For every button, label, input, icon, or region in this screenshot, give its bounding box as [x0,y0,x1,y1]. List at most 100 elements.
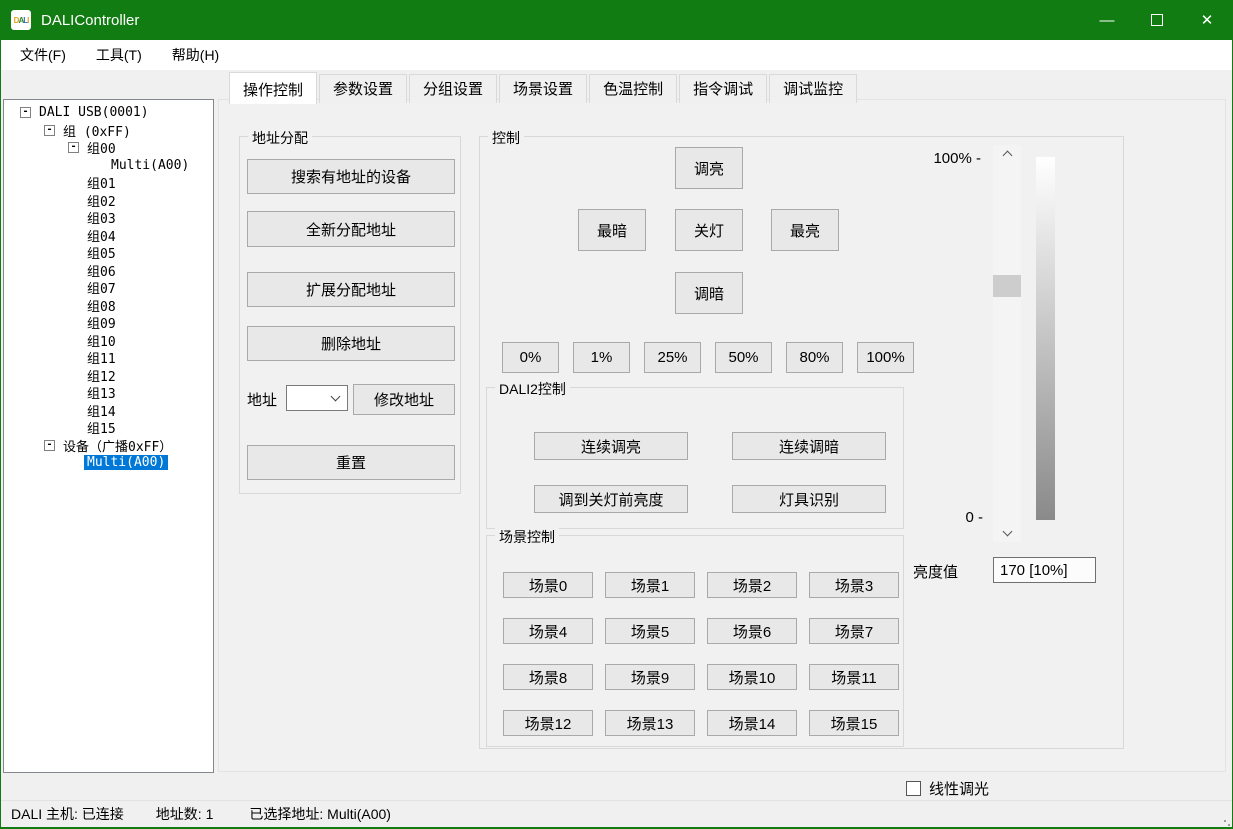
group-title: 地址分配 [248,128,312,148]
minimize-icon[interactable]: — [1082,0,1132,40]
scroll-up-icon[interactable] [993,145,1021,162]
chevron-up-glyph [1002,151,1012,161]
tree-node[interactable]: 组07 [4,279,213,297]
menu-item[interactable]: 文件(F) [5,41,81,69]
tab[interactable]: 场景设置 [499,74,587,103]
scrollbar-thumb[interactable] [993,275,1021,297]
lamp-off-button[interactable]: 关灯 [675,209,743,251]
scene-button[interactable]: 场景0 [503,572,593,598]
percent-button[interactable]: 100% [857,342,914,373]
tree-node[interactable]: 组13 [4,384,213,402]
scene-button[interactable]: 场景12 [503,710,593,736]
tab-page-operation-control: 地址分配 搜索有地址的设备全新分配地址扩展分配地址删除地址 地址 修改地址 重置… [218,99,1226,772]
tree-node[interactable]: 组04 [4,227,213,245]
tree-node[interactable]: 组14 [4,402,213,420]
scene-button[interactable]: 场景9 [605,664,695,690]
tab[interactable]: 参数设置 [319,74,407,103]
dali2-buttons: 连续调亮 连续调暗调到关灯前亮度 灯具识别 [534,432,886,513]
tree-node[interactable]: 组12 [4,367,213,385]
scene-button[interactable]: 场景14 [707,710,797,736]
expand-collapse-icon[interactable]: - [68,142,79,153]
tree-node[interactable]: Multi(A00) [4,454,213,472]
tree-node[interactable]: 组02 [4,192,213,210]
brightness-value-box[interactable]: 170 [10%] [993,557,1096,583]
tree-node[interactable]: -DALI USB(0001) [4,104,213,122]
scene-button[interactable]: 场景2 [707,572,797,598]
tree-node-label: 组00 [84,138,119,157]
scene-button[interactable]: 场景3 [809,572,899,598]
scene-button[interactable]: 场景8 [503,664,593,690]
percent-button[interactable]: 25% [644,342,701,373]
address-action-button[interactable]: 全新分配地址 [247,211,455,247]
tree-node[interactable]: 组03 [4,209,213,227]
percent-button[interactable]: 50% [715,342,772,373]
dim-up-button[interactable]: 调亮 [675,147,743,189]
tree-node[interactable]: 组15 [4,419,213,437]
expand-collapse-icon[interactable]: - [20,107,31,118]
tree-node[interactable]: 组10 [4,332,213,350]
tree-node-label: 组10 [84,331,119,350]
tab[interactable]: 分组设置 [409,74,497,103]
tree-node-label: 组13 [84,383,119,402]
dali2-button[interactable]: 连续调暗 [732,432,886,460]
scene-button[interactable]: 场景11 [809,664,899,690]
dali2-control-group: DALI2控制 连续调亮连续调暗调到关灯前亮度灯具识别 [486,387,904,529]
scroll-down-icon[interactable] [993,525,1021,542]
tab[interactable]: 色温控制 [589,74,677,103]
max-brightness-button[interactable]: 最亮 [771,209,839,251]
menu-item[interactable]: 工具(T) [81,41,157,69]
scene-button[interactable]: 场景4 [503,618,593,644]
tree-node[interactable]: -设备（广播0xFF） [4,437,213,455]
address-action-button[interactable]: 扩展分配地址 [247,272,455,307]
tree-node[interactable]: -组00 [4,139,213,157]
resize-grip-icon[interactable] [1224,820,1226,822]
tree-node[interactable]: 组01 [4,174,213,192]
brightness-scrollbar[interactable] [993,145,1021,542]
address-action-button[interactable]: 搜索有地址的设备 [247,159,455,194]
min-brightness-button[interactable]: 最暗 [578,209,646,251]
scene-button[interactable]: 场景5 [605,618,695,644]
scene-button[interactable]: 场景1 [605,572,695,598]
tree-node[interactable]: 组11 [4,349,213,367]
scene-button[interactable]: 场景15 [809,710,899,736]
address-assign-group: 地址分配 搜索有地址的设备全新分配地址扩展分配地址删除地址 地址 修改地址 重置 [239,136,461,494]
tab[interactable]: 指令调试 [679,74,767,103]
dim-down-button[interactable]: 调暗 [675,272,743,314]
tab[interactable]: 操作控制 [229,72,317,104]
dali2-button[interactable]: 灯具识别 [732,485,886,513]
close-icon[interactable]: ✕ [1182,0,1232,40]
tree-node[interactable]: Multi(A00) [4,157,213,175]
tree-node[interactable]: 组08 [4,297,213,315]
reset-button[interactable]: 重置 [247,445,455,480]
address-combobox[interactable] [286,385,348,411]
percent-button[interactable]: 0% [502,342,559,373]
modify-address-button[interactable]: 修改地址 [353,384,455,415]
scene-button[interactable]: 场景7 [809,618,899,644]
tree-node-label: 组03 [84,208,119,227]
app-window: DALI DALIController — ✕ 文件(F)工具(T)帮助(H) … [0,0,1233,829]
scene-button[interactable]: 场景13 [605,710,695,736]
menu-item[interactable]: 帮助(H) [157,41,234,69]
expand-collapse-icon[interactable]: - [44,440,55,451]
percent-button[interactable]: 1% [573,342,630,373]
maximize-icon[interactable] [1132,0,1182,40]
scene-button[interactable]: 场景10 [707,664,797,690]
tree-node-label: 设备（广播0xFF） [60,436,175,455]
tree-node[interactable]: 组09 [4,314,213,332]
tree-node-label: 组09 [84,313,119,332]
tree-node[interactable]: 组05 [4,244,213,262]
dali2-button[interactable]: 调到关灯前亮度 [534,485,688,513]
menu-bar: 文件(F)工具(T)帮助(H) [1,40,1232,70]
tree-node-label: 组15 [84,418,119,437]
dali2-button[interactable]: 连续调亮 [534,432,688,460]
tree-node[interactable]: -组 (0xFF) [4,122,213,140]
linear-dimming-checkbox[interactable] [906,781,921,796]
address-action-button[interactable]: 删除地址 [247,326,455,361]
tab[interactable]: 调试监控 [769,74,857,103]
expand-collapse-icon[interactable]: - [44,125,55,136]
tree-node-label: DALI USB(0001) [36,105,152,120]
percent-button[interactable]: 80% [786,342,843,373]
tree-node-label: 组11 [84,348,119,367]
scene-button[interactable]: 场景6 [707,618,797,644]
tree-node[interactable]: 组06 [4,262,213,280]
